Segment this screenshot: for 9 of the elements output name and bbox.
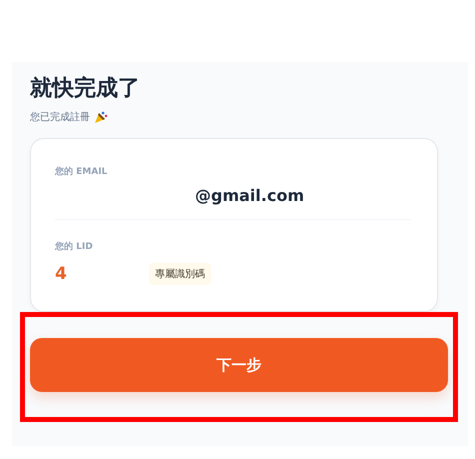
id-badge: 專屬識別碼 xyxy=(149,263,211,285)
email-value: @gmail.com xyxy=(194,186,306,205)
subtitle: 您已完成註冊 xyxy=(30,110,90,124)
page-title: 就快完成了 xyxy=(30,75,141,103)
next-button[interactable]: 下一步 xyxy=(30,338,448,392)
party-popper-icon xyxy=(94,110,108,124)
lid-label: 您的 LID xyxy=(55,240,94,253)
email-label: 您的 EMAIL xyxy=(55,166,108,178)
lid-value: 4 xyxy=(55,264,68,284)
